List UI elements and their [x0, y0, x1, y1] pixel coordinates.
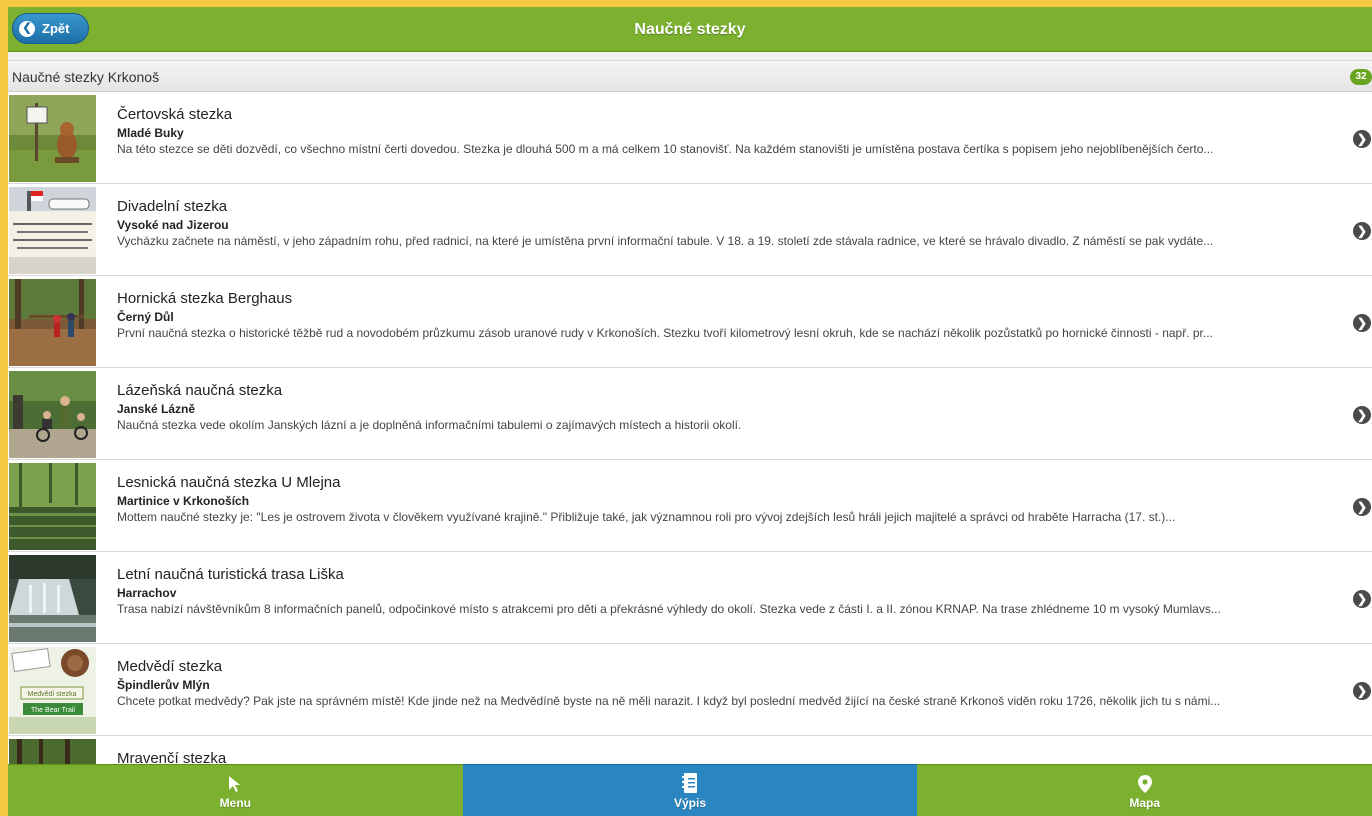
item-location: Černý Důl: [117, 310, 174, 324]
page-title: Naučné stezky: [634, 20, 746, 38]
cursor-arrow-icon: [228, 771, 242, 793]
trail-list: Čertovská stezka Mladé Buky Na této stez…: [8, 92, 1372, 816]
item-location: Mladé Buky: [117, 126, 184, 140]
list-item[interactable]: Lesnická naučná stezka U Mlejna Martinic…: [8, 460, 1372, 552]
section-title: Naučné stezky Krkonoš: [12, 69, 160, 85]
chevron-right-icon: ❯: [1353, 130, 1371, 148]
chevron-right-icon: ❯: [1353, 590, 1371, 608]
map-pin-icon: [1137, 771, 1152, 793]
thumbnail-forest-path: [9, 279, 96, 366]
item-title: Lázeňská naučná stezka: [117, 382, 283, 399]
count-badge: 32: [1350, 69, 1372, 85]
nav-menu-label: Menu: [219, 796, 251, 810]
item-title: Divadelní stezka: [117, 198, 228, 215]
header-bar: ❮ Zpět Naučné stezky: [8, 7, 1372, 52]
item-description: První naučná stezka o historické těžbě r…: [117, 326, 1213, 340]
list-notebook-icon: [682, 771, 698, 793]
nav-map-button[interactable]: Mapa: [917, 764, 1372, 816]
list-item[interactable]: Čertovská stezka Mladé Buky Na této stez…: [8, 92, 1372, 184]
item-title: Čertovská stezka: [117, 106, 233, 123]
item-title: Letní naučná turistická trasa Liška: [117, 566, 344, 583]
list-section-header: Naučné stezky Krkonoš 32: [8, 60, 1372, 92]
chevron-left-icon: ❮: [19, 20, 35, 37]
thumbnail-info-board: [9, 187, 96, 274]
item-description: Vycházku začnete na náměstí, v jeho zápa…: [117, 234, 1214, 248]
list-item[interactable]: Lázeňská naučná stezka Janské Lázně Nauč…: [8, 368, 1372, 460]
item-title: Lesnická naučná stezka U Mlejna: [117, 474, 341, 491]
bear-panel-text: Medvědí stezka: [27, 691, 76, 698]
item-location: Janské Lázně: [117, 402, 196, 416]
thumbnail-pond: [9, 463, 96, 550]
nav-list-label: Výpis: [674, 796, 707, 810]
nav-list-button[interactable]: Výpis: [462, 764, 918, 816]
item-title: Hornická stezka Berghaus: [117, 290, 293, 307]
nav-map-label: Mapa: [1129, 796, 1161, 810]
back-button-label: Zpět: [42, 21, 70, 36]
item-location: Vysoké nad Jizerou: [117, 218, 229, 232]
thumbnail-devil-statue: [9, 95, 96, 182]
item-description: Trasa nabízí návštěvníkům 8 informačních…: [117, 602, 1221, 616]
app-window: ❮ Zpět Naučné stezky Naučné stezky Krkon…: [8, 7, 1372, 816]
nav-menu-button[interactable]: Menu: [8, 764, 463, 816]
item-location: Harrachov: [117, 586, 177, 600]
thumbnail-wheelchair-path: [9, 371, 96, 458]
item-title: Medvědí stezka: [117, 658, 223, 675]
thumbnail-bear-trail: Medvědí stezka The Bear Trail: [9, 647, 96, 734]
back-button[interactable]: ❮ Zpět: [12, 13, 89, 44]
bottom-navigation: Menu Výpis Mapa: [8, 764, 1372, 816]
chevron-right-icon: ❯: [1353, 222, 1371, 240]
item-location: Špindlerův Mlýn: [117, 678, 210, 692]
item-location: Martinice v Krkonoších: [117, 494, 250, 508]
thumbnail-waterfall: [9, 555, 96, 642]
item-description: Na této stezce se děti dozvědí, co všech…: [117, 142, 1214, 156]
item-description: Mottem naučné stezky je: "Les je ostrove…: [117, 510, 1176, 524]
chevron-right-icon: ❯: [1353, 682, 1371, 700]
bear-trail-text: The Bear Trail: [31, 707, 75, 714]
item-description: Chcete potkat medvědy? Pak jste na správ…: [117, 694, 1221, 708]
item-description: Naučná stezka vede okolím Janských lázní…: [117, 418, 742, 432]
chevron-right-icon: ❯: [1353, 406, 1371, 424]
list-item[interactable]: Letní naučná turistická trasa Liška Harr…: [8, 552, 1372, 644]
chevron-right-icon: ❯: [1353, 314, 1371, 332]
list-item[interactable]: Divadelní stezka Vysoké nad Jizerou Vych…: [8, 184, 1372, 276]
chevron-right-icon: ❯: [1353, 498, 1371, 516]
list-item[interactable]: Medvědí stezka The Bear Trail Medvědí st…: [8, 644, 1372, 736]
list-item[interactable]: Hornická stezka Berghaus Černý Důl První…: [8, 276, 1372, 368]
